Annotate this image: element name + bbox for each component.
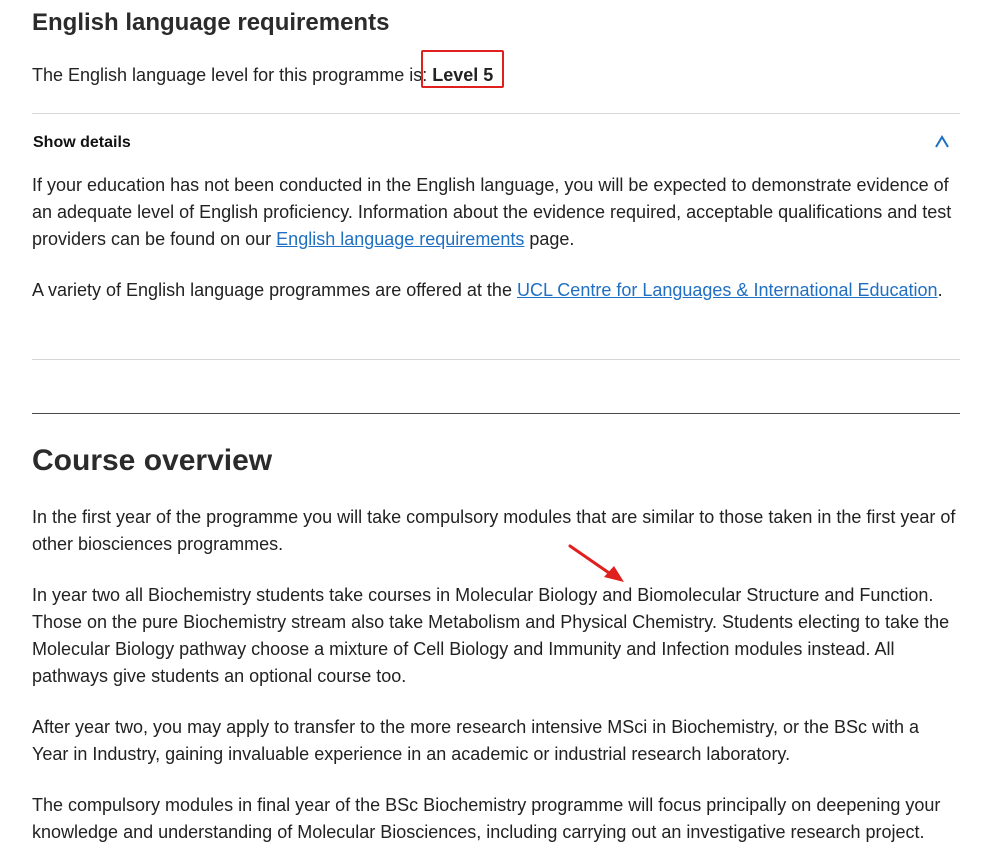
english-details-paragraph-2: A variety of English language programmes… [32, 277, 960, 304]
course-overview-heading: Course overview [32, 444, 273, 477]
level-highlight-annotation [421, 50, 504, 88]
overview-paragraph-3: After year two, you may apply to transfe… [32, 717, 920, 764]
english-details-p1-tail: page. [524, 229, 575, 249]
details-bottom-divider [32, 359, 960, 360]
overview-paragraph-4: The compulsory modules in final year of … [32, 795, 941, 842]
show-details-toggle[interactable]: Show details [32, 128, 960, 160]
english-requirements-heading: English language requirements [32, 9, 390, 36]
red-arrow-annotation-icon [568, 544, 624, 582]
english-details-p2-text: A variety of English language programmes… [32, 280, 517, 300]
english-details-p2-tail: . [937, 280, 943, 300]
english-level-prefix: The English language level for this prog… [32, 65, 433, 85]
english-details-paragraph-1: If your education has not been conducted… [32, 172, 960, 253]
section-divider [32, 413, 960, 414]
ucl-centre-languages-link[interactable]: UCL Centre for Languages & International… [517, 280, 938, 300]
overview-paragraph-2: In year two all Biochemistry students ta… [32, 585, 950, 686]
show-details-label: Show details [33, 134, 131, 151]
overview-paragraph-1: In the first year of the programme you w… [32, 507, 956, 554]
english-requirements-link[interactable]: English language requirements [276, 229, 524, 249]
chevron-up-icon [935, 135, 949, 148]
details-top-divider [32, 113, 960, 114]
